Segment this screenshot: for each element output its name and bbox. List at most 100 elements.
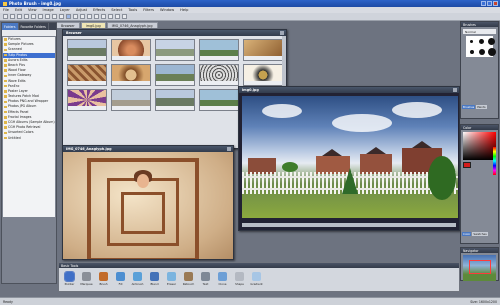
menu-filters[interactable]: Filters bbox=[143, 8, 154, 12]
image-thumbnail[interactable] bbox=[199, 64, 239, 86]
thumbnail-caption-bar bbox=[156, 106, 194, 110]
tool-retouch[interactable]: Retouch bbox=[182, 270, 195, 291]
tree-right bbox=[428, 156, 456, 200]
brush-preset[interactable] bbox=[477, 47, 486, 56]
paste-icon[interactable] bbox=[45, 14, 50, 19]
tunnel-close-button[interactable] bbox=[227, 147, 231, 151]
print-icon[interactable] bbox=[24, 14, 29, 19]
new-icon[interactable] bbox=[3, 14, 8, 19]
redo-icon[interactable] bbox=[59, 14, 64, 19]
tool-eraser[interactable]: Eraser bbox=[165, 270, 178, 291]
menu-view[interactable]: View bbox=[28, 8, 37, 12]
brush-mode-select[interactable]: Normal bbox=[463, 29, 496, 34]
color-tabs: Color Swatches bbox=[462, 232, 497, 236]
copy-icon[interactable] bbox=[38, 14, 43, 19]
zoom-in-icon[interactable] bbox=[73, 14, 78, 19]
image-thumbnail[interactable] bbox=[67, 89, 107, 111]
help-icon[interactable] bbox=[122, 14, 127, 19]
clone-icon bbox=[218, 272, 227, 281]
menu-effects[interactable]: Effects bbox=[93, 8, 105, 12]
image-thumbnail[interactable] bbox=[67, 64, 107, 86]
undo-icon[interactable] bbox=[52, 14, 57, 19]
image-thumbnail[interactable] bbox=[155, 39, 195, 61]
folder-path-field[interactable] bbox=[2, 30, 56, 36]
menu-help[interactable]: Help bbox=[180, 8, 188, 12]
tool-brush[interactable]: Brush bbox=[97, 270, 110, 291]
navigator-view-rect[interactable] bbox=[469, 260, 491, 274]
brush-preset[interactable] bbox=[477, 37, 486, 46]
tab-brushes[interactable]: Brushes bbox=[462, 105, 476, 109]
image-thumbnail[interactable] bbox=[67, 39, 107, 61]
document-tab[interactable]: Browser bbox=[56, 22, 80, 28]
tool-marquee[interactable]: Marquee bbox=[80, 270, 93, 291]
rotate-icon[interactable] bbox=[87, 14, 92, 19]
blend-icon bbox=[150, 272, 159, 281]
browser-close-button[interactable] bbox=[280, 31, 284, 35]
tool-blend[interactable]: Blend bbox=[148, 270, 161, 291]
image-thumbnail[interactable] bbox=[111, 64, 151, 86]
hue-slider[interactable] bbox=[493, 147, 496, 175]
folder-item[interactable]: Untitled bbox=[3, 136, 55, 141]
tunnel-image-canvas[interactable] bbox=[63, 152, 233, 259]
menu-select[interactable]: Select bbox=[111, 8, 122, 12]
open-icon[interactable] bbox=[10, 14, 15, 19]
image-thumbnail[interactable] bbox=[243, 39, 283, 61]
house-image-canvas[interactable] bbox=[242, 96, 458, 218]
cloud bbox=[392, 102, 442, 118]
menu-image[interactable]: Image bbox=[43, 8, 54, 12]
minimize-button[interactable] bbox=[481, 1, 486, 6]
menu-file[interactable]: File bbox=[3, 8, 9, 12]
image-thumbnail[interactable] bbox=[199, 39, 239, 61]
color-picker-field[interactable] bbox=[463, 132, 496, 160]
house-close-button[interactable] bbox=[453, 88, 457, 92]
menu-edit[interactable]: Edit bbox=[15, 8, 22, 12]
current-color-swatch[interactable] bbox=[463, 162, 471, 168]
pointer-icon[interactable] bbox=[66, 14, 71, 19]
navigator-preview[interactable] bbox=[463, 255, 496, 281]
tool-gradient[interactable]: Gradient bbox=[250, 270, 263, 291]
menu-tools[interactable]: Tools bbox=[128, 8, 137, 12]
fill-icon[interactable] bbox=[108, 14, 113, 19]
maximize-button[interactable] bbox=[487, 1, 492, 6]
menu-adjust[interactable]: Adjust bbox=[76, 8, 87, 12]
tool-airbrush[interactable]: Airbrush bbox=[131, 270, 144, 291]
tool-label: Fill bbox=[118, 282, 123, 286]
menu-window[interactable]: Window bbox=[160, 8, 174, 12]
close-button[interactable] bbox=[493, 1, 498, 6]
text-icon[interactable] bbox=[115, 14, 120, 19]
brush-preset[interactable] bbox=[487, 37, 496, 46]
zoom-out-icon[interactable] bbox=[80, 14, 85, 19]
image-thumbnail[interactable] bbox=[111, 39, 151, 61]
brush-preset[interactable] bbox=[487, 47, 496, 56]
thumbnail-caption-bar bbox=[200, 81, 238, 85]
image-thumbnail[interactable] bbox=[199, 89, 239, 111]
document-tab[interactable]: img0.jpg bbox=[80, 22, 106, 28]
brush-icon[interactable] bbox=[101, 14, 106, 19]
tool-fill[interactable]: Fill bbox=[114, 270, 127, 291]
tab-swatches[interactable]: Swatches bbox=[472, 232, 488, 236]
tool-clone[interactable]: Clone bbox=[216, 270, 229, 291]
image-thumbnail[interactable] bbox=[155, 89, 195, 111]
tool-label: Retouch bbox=[182, 282, 195, 286]
brush-preset[interactable] bbox=[467, 37, 476, 46]
image-thumbnail[interactable] bbox=[155, 64, 195, 86]
image-size-text: Size: 1600x1200 bbox=[470, 299, 497, 304]
tool-shape[interactable]: Shape bbox=[233, 270, 246, 291]
tab-paints[interactable]: Paints bbox=[476, 105, 487, 109]
tool-text[interactable]: Text bbox=[199, 270, 212, 291]
save-icon[interactable] bbox=[17, 14, 22, 19]
house-scrollbar[interactable] bbox=[242, 223, 456, 227]
tab-folders[interactable]: Folders bbox=[2, 23, 19, 30]
tool-pointer[interactable]: Pointer bbox=[63, 270, 76, 291]
crop-icon[interactable] bbox=[94, 14, 99, 19]
tab-color[interactable]: Color bbox=[462, 232, 472, 236]
tunnel-image-window: IMG_0746_Anaglyph.jpg bbox=[62, 145, 234, 260]
brush-preset[interactable] bbox=[467, 47, 476, 56]
tool-label: Shape bbox=[235, 282, 244, 286]
image-thumbnail[interactable] bbox=[111, 89, 151, 111]
tab-favorite-folders[interactable]: Favorite Folders bbox=[19, 23, 49, 30]
menu-layer[interactable]: Layer bbox=[60, 8, 70, 12]
document-tab[interactable]: IMG_0746_Anaglyph.jpg bbox=[106, 22, 158, 28]
cut-icon[interactable] bbox=[31, 14, 36, 19]
image-thumbnail[interactable] bbox=[243, 64, 283, 86]
